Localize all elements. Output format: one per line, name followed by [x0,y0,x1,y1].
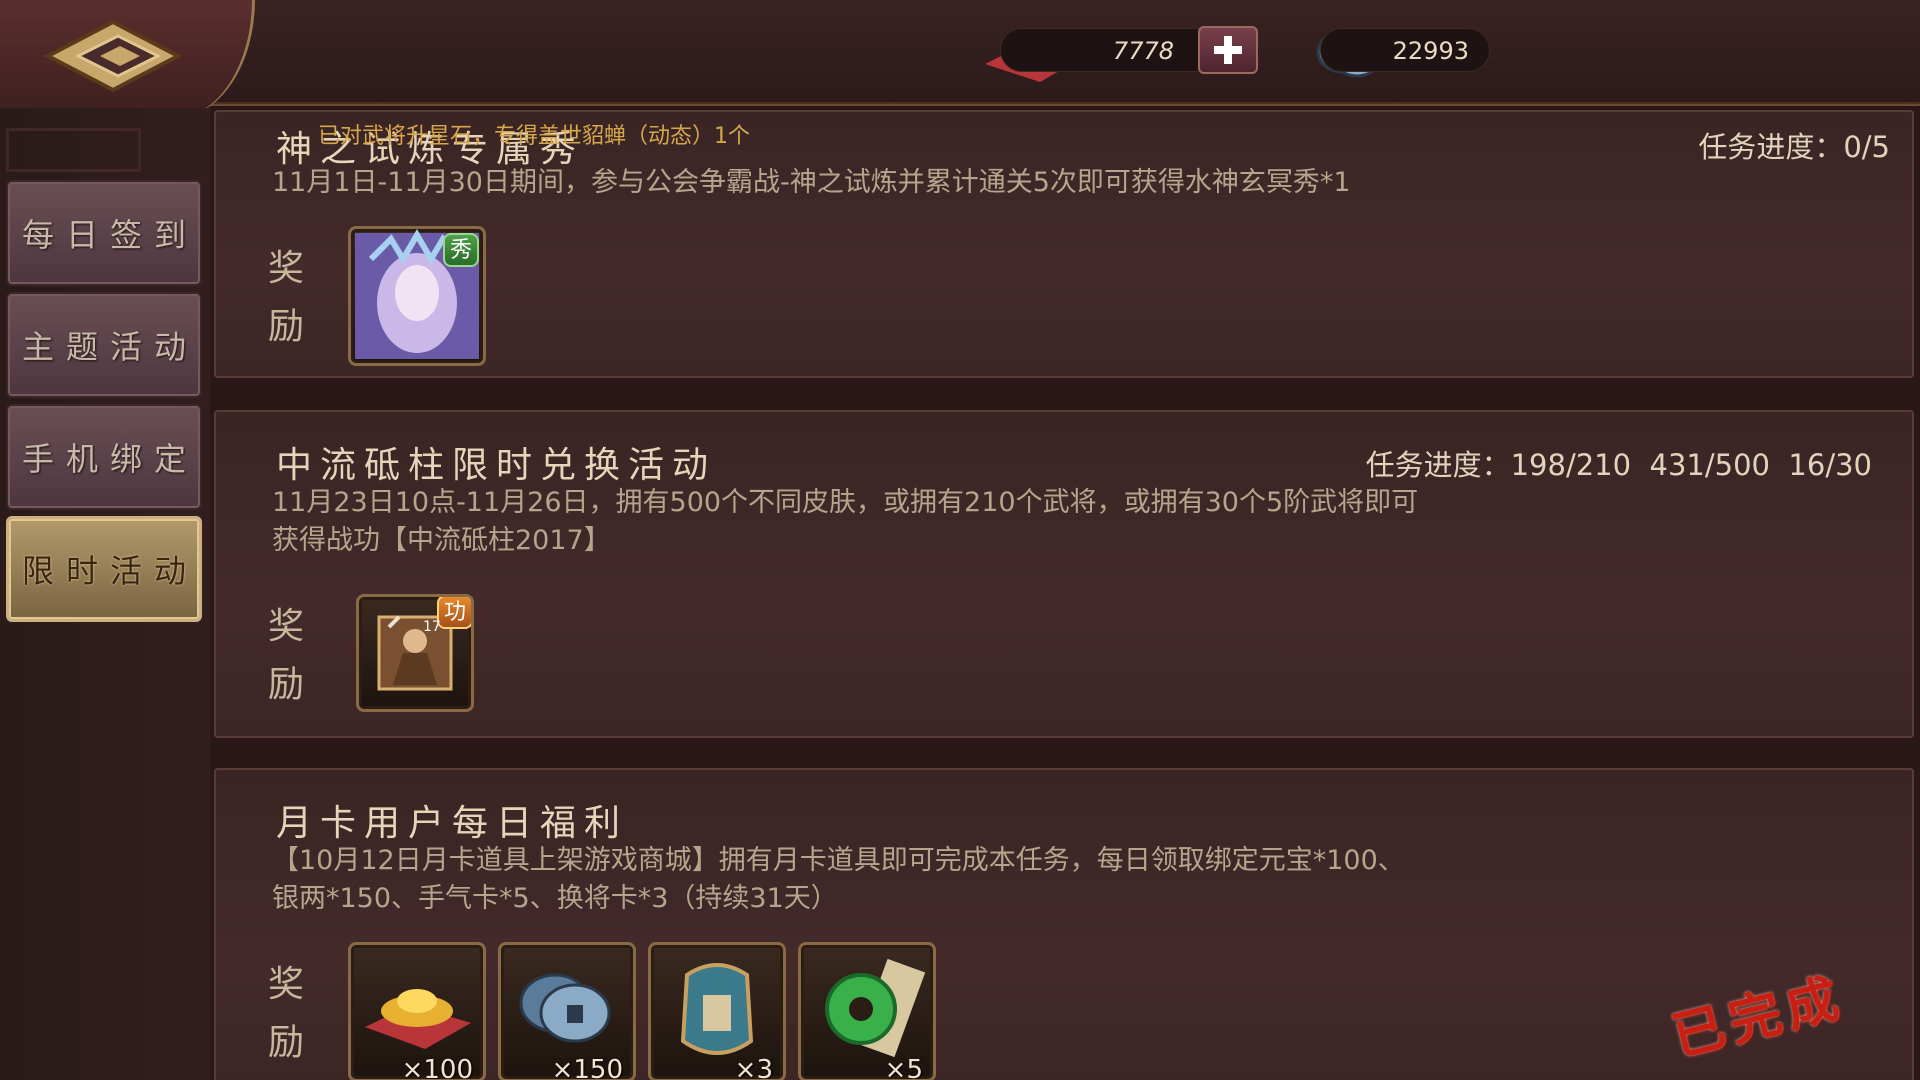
event-progress: 任务进度：0/5 [1698,130,1890,164]
reward-item-silver[interactable]: ×150 [498,942,636,1080]
sidebar-item-label: 主题活动 [21,328,198,366]
event-title: 月卡用户每日福利 [276,803,629,844]
event-description-line1: 11月23日10点-11月26日，拥有500个不同皮肤，或拥有210个武将，或拥… [272,487,1419,518]
reward-label: 奖励 [268,606,305,705]
event-description: 11月1日-11月30日期间，参与公会争霸战-神之试炼并累计通关5次即可获得水神… [272,167,1351,198]
back-arrow-icon[interactable] [38,16,188,96]
sidebar-ornament [6,128,141,172]
reward-item-skin[interactable]: 秀 [348,226,486,366]
silver-amount: 22993 [1392,37,1469,65]
merit-level: 17 [423,619,441,635]
sidebar-item-label: 每日签到 [21,216,198,254]
reward-item-jade[interactable]: ×5 [798,942,936,1080]
event-description-line2: 获得战功【中流砥柱2017】 [272,525,611,556]
scrolling-notice: 已对武将升星石，专得盖世貂蝉（动态）1个 [318,124,750,149]
event-progress: 任务进度：198/210 431/500 16/30 [1365,448,1872,482]
item-count: ×100 [401,1055,473,1080]
item-count: ×5 [884,1055,923,1080]
event-card-pillar: 中流砥柱限时兑换活动 任务进度：198/210 431/500 16/30 11… [214,410,1914,738]
reward-item-swap-card[interactable]: ×3 [648,942,786,1080]
sidebar-item-limited-event[interactable]: 限时活动 [6,516,202,622]
sidebar-item-phone-binding[interactable]: 手机绑定 [6,404,202,510]
item-count: ×3 [734,1055,773,1080]
sidebar-item-theme-event[interactable]: 主题活动 [6,292,202,398]
sidebar-item-label: 手机绑定 [21,440,198,478]
silver-currency-display: 22993 [1320,28,1490,72]
add-gold-button[interactable] [1198,26,1258,74]
event-title: 中流砥柱限时兑换活动 [276,445,717,486]
event-description-line1: 【10月12日月卡道具上架游戏商城】拥有月卡道具即可完成本任务，每日领取绑定元宝… [272,845,1405,876]
reward-label: 奖励 [268,248,305,347]
top-bar [0,0,1920,106]
sidebar-item-label: 限时活动 [21,552,198,590]
gold-amount: 7778 [1112,37,1174,65]
skin-badge: 秀 [443,233,479,267]
event-card-monthly: 月卡用户每日福利 【10月12日月卡道具上架游戏商城】拥有月卡道具即可完成本任务… [214,768,1914,1080]
reward-item-merit[interactable]: 功 17 [356,594,474,712]
reward-item-gold[interactable]: ×100 [348,942,486,1080]
event-card-trial: 神之试炼专属秀 任务进度：0/5 11月1日-11月30日期间，参与公会争霸战-… [214,110,1914,378]
item-count: ×150 [551,1055,623,1080]
merit-badge: 功 [437,597,471,629]
sidebar-item-daily-checkin[interactable]: 每日签到 [6,180,202,286]
event-description-line2: 银两*150、手气卡*5、换将卡*3（持续31天） [272,883,838,914]
reward-label: 奖励 [268,964,305,1063]
